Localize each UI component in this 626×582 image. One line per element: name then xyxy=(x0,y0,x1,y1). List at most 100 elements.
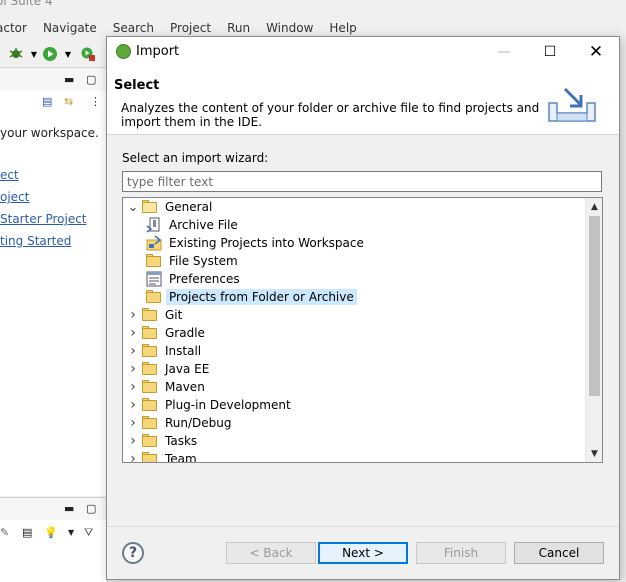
scroll-thumb[interactable] xyxy=(589,216,600,396)
tree-item-label: Java EE xyxy=(165,362,210,376)
tree-item-label: Tasks xyxy=(165,434,198,448)
chevron-right-icon[interactable]: › xyxy=(127,378,139,396)
tree-item-label: General xyxy=(165,200,213,214)
dropdown-icon[interactable]: ▼ xyxy=(68,528,74,537)
page-description: Analyzes the content of your folder or a… xyxy=(121,101,540,129)
chevron-right-icon[interactable]: › xyxy=(127,450,139,462)
welcome-link[interactable]: oject xyxy=(0,190,29,204)
tree-item-label: Gradle xyxy=(165,326,205,340)
welcome-link[interactable]: ting Started xyxy=(0,234,71,248)
filter-icon[interactable]: ⛛ xyxy=(84,526,93,540)
chevron-right-icon[interactable]: › xyxy=(127,432,139,450)
bottom-view-toolbar: ✎ ▤ 💡 ▼ ⛛ xyxy=(0,520,107,546)
tree-item[interactable]: › Plug-in Development xyxy=(127,396,294,414)
chevron-right-icon[interactable]: › xyxy=(127,360,139,378)
tree-item[interactable]: Preferences xyxy=(143,270,243,288)
close-button[interactable]: ✕ xyxy=(573,37,619,67)
welcome-link[interactable]: ect xyxy=(0,168,19,182)
run-icon[interactable] xyxy=(42,46,58,62)
menu-refactor[interactable]: actor xyxy=(0,19,33,39)
folder-icon xyxy=(142,325,158,341)
filter-input[interactable] xyxy=(122,171,602,192)
chevron-down-icon[interactable]: ⌄ xyxy=(127,198,139,216)
footer-divider xyxy=(107,526,619,527)
maximize-icon[interactable]: ▢ xyxy=(86,502,96,515)
spring-leaf-icon xyxy=(116,44,131,59)
folder-icon xyxy=(142,343,158,359)
pencil-icon[interactable]: ✎ xyxy=(0,526,9,539)
scroll-down-icon[interactable]: ▼ xyxy=(586,445,602,462)
debug-icon[interactable] xyxy=(8,46,24,62)
tree-item[interactable]: › Gradle xyxy=(127,324,208,342)
folder-icon xyxy=(142,415,158,431)
tree-item-label: Git xyxy=(165,308,183,322)
chevron-right-icon[interactable]: › xyxy=(127,324,139,342)
tree-item[interactable]: Projects from Folder or Archive xyxy=(143,288,357,306)
debug-dropdown-icon[interactable]: ▼ xyxy=(26,46,42,62)
folder-open-icon xyxy=(142,199,158,215)
welcome-view-toolbar: ▤ ⇆ ⋮ xyxy=(0,91,107,113)
tree-item[interactable]: › Tasks xyxy=(127,432,200,450)
help-button[interactable]: ? xyxy=(122,542,144,564)
dialog-titlebar: Import — ☐ ✕ xyxy=(107,37,619,67)
welcome-text: your workspace. xyxy=(0,126,99,140)
chevron-right-icon[interactable]: › xyxy=(127,396,139,414)
folder-icon xyxy=(142,433,158,449)
tree-item-label: Run/Debug xyxy=(165,416,232,430)
tree-viewport: ⌄ General Archive File Existing Projects in… xyxy=(123,198,585,462)
tree-item-label: Preferences xyxy=(169,272,240,286)
menu-navigate[interactable]: Navigate xyxy=(37,19,103,39)
folder-icon xyxy=(146,253,162,269)
folder-icon xyxy=(142,361,158,377)
welcome-view: ▬ ▢ ▤ ⇆ ⋮ your workspace. ect oject Star… xyxy=(0,69,108,496)
view-menu-icon[interactable]: ⋮ xyxy=(90,95,101,108)
folder-icon xyxy=(142,397,158,413)
lightbulb-icon[interactable]: 💡 xyxy=(44,526,58,539)
bottom-view: ▬ ▢ ✎ ▤ 💡 ▼ ⛛ xyxy=(0,497,108,582)
bottom-view-header: ▬ ▢ xyxy=(0,498,107,520)
tree-item[interactable]: › Git xyxy=(127,306,185,324)
vertical-scrollbar[interactable]: ▲ ▼ xyxy=(585,198,602,462)
maximize-button[interactable]: ☐ xyxy=(527,37,573,67)
wizard-label: Select an import wizard: xyxy=(122,151,269,165)
welcome-link[interactable]: Starter Project xyxy=(0,212,87,226)
minimize-button[interactable]: — xyxy=(481,37,527,67)
tree-item[interactable]: ⌄ General xyxy=(127,198,215,216)
chevron-right-icon[interactable]: › xyxy=(127,414,139,432)
scroll-up-icon[interactable]: ▲ xyxy=(586,198,602,215)
tree-item[interactable]: › Maven xyxy=(127,378,208,396)
wizard-tree[interactable]: ⌄ General Archive File Existing Projects in… xyxy=(122,197,603,463)
tree-item[interactable]: File System xyxy=(143,252,241,270)
tree-item-label: Plug-in Development xyxy=(165,398,291,412)
tree-item-label: Team xyxy=(165,452,197,462)
tree-item[interactable]: › Run/Debug xyxy=(127,414,235,432)
ide-window-title: ol Suite 4 xyxy=(0,0,53,8)
next-button[interactable]: Next > xyxy=(318,542,408,564)
existing-projects-icon xyxy=(146,235,162,251)
maximize-icon[interactable]: ▢ xyxy=(86,73,96,86)
chevron-right-icon[interactable]: › xyxy=(127,306,139,324)
collapse-icon[interactable]: ▤ xyxy=(42,95,52,108)
tree-item-label: Maven xyxy=(165,380,205,394)
link-editor-icon[interactable]: ⇆ xyxy=(64,95,73,108)
minimize-icon[interactable]: ▬ xyxy=(64,502,74,515)
tree-item[interactable]: › Team xyxy=(127,450,200,462)
dialog-title: Import xyxy=(136,44,180,59)
table-icon[interactable]: ▤ xyxy=(22,526,32,539)
back-button[interactable]: < Back xyxy=(226,542,316,564)
welcome-view-header: ▬ ▢ xyxy=(0,69,107,91)
folder-icon xyxy=(142,307,158,323)
minimize-icon[interactable]: ▬ xyxy=(64,73,74,86)
run-dropdown-icon[interactable]: ▼ xyxy=(60,46,76,62)
tree-item[interactable]: › Install xyxy=(127,342,204,360)
cancel-button[interactable]: Cancel xyxy=(514,542,604,564)
external-tools-icon[interactable] xyxy=(80,46,96,62)
finish-button[interactable]: Finish xyxy=(416,542,506,564)
import-dialog: Import — ☐ ✕ Select Analyzes the content… xyxy=(106,36,620,580)
tree-item[interactable]: › Java EE xyxy=(127,360,212,378)
chevron-right-icon[interactable]: › xyxy=(127,342,139,360)
tree-item[interactable]: Archive File xyxy=(143,216,241,234)
tree-item[interactable]: Existing Projects into Workspace xyxy=(143,234,367,252)
tree-item-label: Archive File xyxy=(169,218,238,232)
folder-icon xyxy=(142,451,158,462)
